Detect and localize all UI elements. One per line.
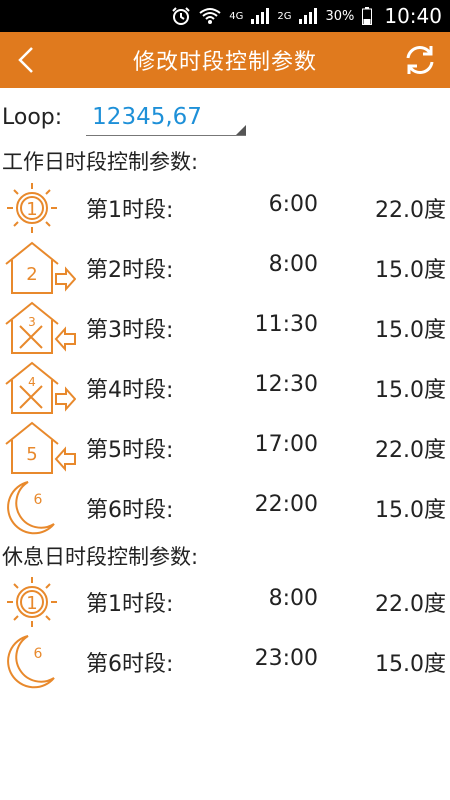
svg-text:1: 1 xyxy=(26,199,37,220)
dropdown-arrow-icon xyxy=(236,124,247,135)
status-time: 10:40 xyxy=(384,4,442,28)
row-label: 第5时段: xyxy=(86,438,174,463)
workday-row-2[interactable]: 2 第2时段: 8:00 15.0度 xyxy=(0,238,450,298)
row-label: 第3时段: xyxy=(86,318,174,343)
moon-icon: 6 xyxy=(7,481,55,535)
wifi-icon xyxy=(199,7,221,25)
svg-text:3: 3 xyxy=(28,315,36,329)
row-label: 第4时段: xyxy=(86,378,174,403)
house-leave-icon: 4 xyxy=(5,361,76,414)
loop-select[interactable]: 12345,67 xyxy=(86,99,247,136)
row-time[interactable]: 22:00 xyxy=(255,492,318,517)
row-temp[interactable]: 15.0度 xyxy=(375,492,446,524)
restday-section-title: 休息日时段控制参数: xyxy=(2,545,199,569)
refresh-button[interactable] xyxy=(400,40,440,80)
house-return-icon: 5 xyxy=(5,421,76,474)
workday-row-6[interactable]: 6 第6时段: 22:00 15.0度 xyxy=(0,478,450,538)
battery-percent: 30% xyxy=(325,8,355,24)
row-time[interactable]: 8:00 xyxy=(269,586,318,611)
workday-row-3[interactable]: 3 第3时段: 11:30 15.0度 xyxy=(0,298,450,358)
row-label: 第1时段: xyxy=(86,592,174,617)
workday-row-1[interactable]: 1 第1时段: 6:00 22.0度 xyxy=(0,178,450,238)
row-time[interactable]: 8:00 xyxy=(269,252,318,277)
house-leave-icon: 2 xyxy=(5,241,76,294)
loop-label: Loop: xyxy=(2,104,63,130)
workday-row-4[interactable]: 4 第4时段: 12:30 15.0度 xyxy=(0,358,450,418)
row-label: 第6时段: xyxy=(86,652,174,677)
house-return-icon: 3 xyxy=(5,301,76,354)
sun-icon: 1 xyxy=(7,577,57,627)
row-label: 第2时段: xyxy=(86,258,174,283)
row-temp[interactable]: 15.0度 xyxy=(375,252,446,284)
restday-row-2[interactable]: 6 第6时段: 23:00 15.0度 xyxy=(0,632,450,692)
status-bar: 4G 2G 30% 10:40 xyxy=(0,0,450,32)
alarm-icon xyxy=(171,6,191,26)
row-temp[interactable]: 15.0度 xyxy=(375,372,446,404)
loop-value: 12345,67 xyxy=(92,103,202,130)
row-temp[interactable]: 22.0度 xyxy=(375,586,446,618)
row-label: 第1时段: xyxy=(86,198,174,223)
row-time[interactable]: 23:00 xyxy=(255,646,318,671)
svg-text:5: 5 xyxy=(26,444,37,465)
row-time[interactable]: 6:00 xyxy=(269,192,318,217)
signal-icon xyxy=(251,8,270,24)
back-button[interactable] xyxy=(6,40,46,80)
row-time[interactable]: 12:30 xyxy=(255,372,318,397)
network-type-1: 4G xyxy=(229,10,244,22)
chevron-left-icon xyxy=(18,47,33,73)
row-temp[interactable]: 15.0度 xyxy=(375,646,446,678)
signal-icon-2 xyxy=(299,8,318,24)
row-time[interactable]: 17:00 xyxy=(255,432,318,457)
battery-icon xyxy=(362,7,373,25)
network-type-2: 2G xyxy=(277,10,292,22)
sun-icon: 1 xyxy=(7,183,57,233)
page-title: 修改时段控制参数 xyxy=(132,50,317,75)
moon-icon: 6 xyxy=(7,635,55,689)
restday-row-1[interactable]: 1 第1时段: 8:00 22.0度 xyxy=(0,572,450,632)
row-temp[interactable]: 22.0度 xyxy=(375,192,446,224)
refresh-icon xyxy=(406,46,434,74)
svg-text:6: 6 xyxy=(34,492,43,508)
workday-section-title: 工作日时段控制参数: xyxy=(2,150,199,174)
row-label: 第6时段: xyxy=(86,498,174,523)
workday-row-5[interactable]: 5 第5时段: 17:00 22.0度 xyxy=(0,418,450,478)
svg-text:6: 6 xyxy=(34,646,43,662)
row-time[interactable]: 11:30 xyxy=(255,312,318,337)
loop-row: Loop: 12345,67 xyxy=(2,97,442,137)
row-temp[interactable]: 22.0度 xyxy=(375,432,446,464)
svg-text:4: 4 xyxy=(28,375,36,389)
svg-text:1: 1 xyxy=(26,593,37,614)
svg-text:2: 2 xyxy=(26,264,37,285)
app-bar: 修改时段控制参数 xyxy=(0,32,450,88)
row-temp[interactable]: 15.0度 xyxy=(375,312,446,344)
